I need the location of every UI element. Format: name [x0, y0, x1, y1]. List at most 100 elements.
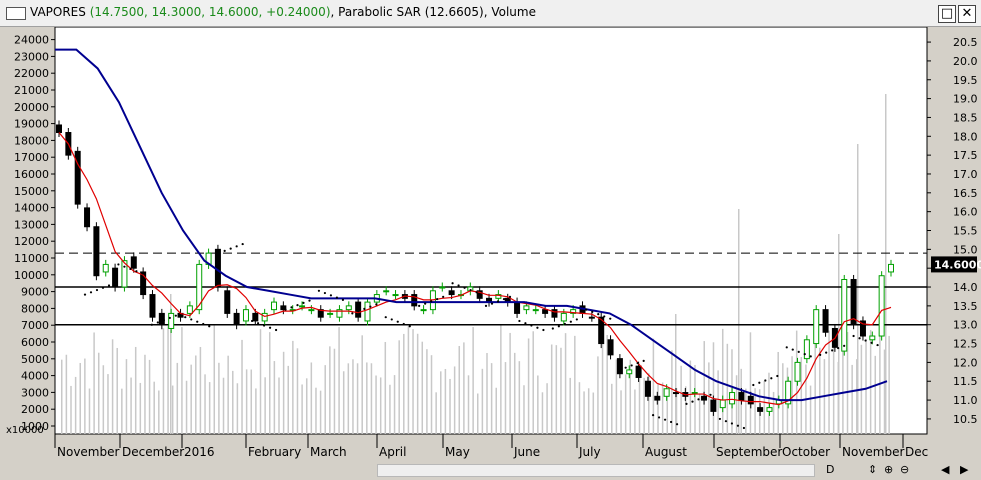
volume-bar	[444, 368, 447, 434]
window-titlebar: VAPORES (14.7500, 14.3000, 14.6000, +0.2…	[0, 0, 981, 27]
volume-bar	[167, 326, 169, 434]
parabolic-sar-dot	[235, 245, 238, 248]
scale-toggle-icon[interactable]: ⇕	[868, 463, 877, 476]
volume-bar	[222, 377, 225, 434]
volume-bar	[689, 360, 692, 434]
volume-bar	[319, 390, 322, 434]
volume-bar	[93, 332, 95, 434]
parabolic-sar-dot	[95, 288, 99, 292]
price-tick-label: 15.5	[953, 225, 978, 238]
volume-bar	[97, 352, 100, 434]
volume-bar	[527, 338, 530, 434]
parabolic-sar-dot	[369, 305, 372, 308]
parabolic-sar-dot	[208, 325, 211, 328]
volume-bar	[486, 352, 488, 434]
price-tick-label: 17.0	[953, 168, 978, 181]
volume-tick-label: 2000	[21, 403, 49, 416]
parabolic-sar-dot	[785, 346, 788, 349]
parabolic-sar-dot	[335, 296, 339, 299]
parabolic-sar-dot	[852, 334, 855, 338]
volume-tick-label: 8000	[21, 302, 49, 315]
volume-bar	[389, 384, 391, 434]
parabolic-sar-dot	[585, 308, 588, 311]
volume-bar	[148, 359, 151, 434]
volume-bar	[546, 383, 548, 434]
volume-bar	[176, 362, 179, 434]
volume-bar	[125, 359, 128, 434]
parabolic-sar-dot	[563, 322, 566, 326]
candle-body	[448, 290, 455, 296]
candle-body	[644, 380, 651, 397]
candle-body	[841, 278, 848, 352]
volume-bar	[393, 375, 396, 434]
volume-bar	[269, 332, 271, 434]
parabolic-sar-dot	[651, 414, 655, 417]
price-tick-label: 14.0	[953, 281, 978, 294]
candle-body	[102, 263, 109, 273]
volume-bar	[703, 341, 705, 434]
x-axis-label: September	[716, 445, 782, 459]
volume-bar	[509, 332, 511, 434]
zoom-day-button[interactable]: D	[826, 463, 834, 476]
parabolic-sar-dot	[742, 426, 746, 430]
scrollbar-thumb[interactable]	[377, 464, 815, 477]
volume-bar	[181, 327, 183, 434]
parabolic-sar-dot	[758, 381, 761, 384]
parabolic-sar-dot	[329, 294, 333, 297]
volume-bar	[236, 383, 239, 434]
volume-bar	[190, 364, 192, 434]
parabolic-sar-dot	[442, 295, 445, 298]
volume-bar	[440, 371, 442, 434]
volume-bar	[384, 341, 387, 434]
volume-tick-label: 22000	[14, 67, 49, 80]
candle-body	[56, 124, 62, 134]
volume-bar	[171, 385, 174, 434]
volume-bar	[865, 338, 867, 434]
parabolic-sar-dot	[864, 339, 867, 342]
zoom-out-icon[interactable]: ⊖	[900, 463, 909, 476]
x-axis-label: October	[782, 445, 830, 459]
last-price-label: 14.6000	[934, 258, 981, 271]
price-tick-label: 16.5	[953, 187, 978, 200]
volume-bar	[777, 351, 779, 434]
zoom-in-icon[interactable]: ⊕	[884, 463, 893, 476]
volume-bar	[199, 346, 202, 434]
parabolic-sar-dot	[776, 374, 779, 378]
parabolic-sar-dot	[196, 320, 199, 323]
volume-tick-label: 5000	[21, 353, 49, 366]
volume-bar	[569, 377, 571, 434]
parabolic-sar-dot	[384, 316, 387, 319]
parabolic-sar-dot	[518, 319, 521, 323]
volume-bar	[111, 339, 114, 434]
chart-scrollbar[interactable]: D ⇕ ⊕ ⊖ ◀ ▶	[0, 461, 981, 480]
maximize-button[interactable]: □	[938, 5, 956, 23]
parabolic-sar-dot	[202, 322, 205, 326]
volume-bar	[675, 314, 677, 434]
volume-bar	[624, 374, 627, 434]
parabolic-sar-dot	[223, 249, 226, 252]
price-chart[interactable]: 1000200030004000500060007000800090001000…	[0, 27, 981, 461]
parabolic-sar-dot	[691, 400, 694, 403]
volume-bar	[218, 362, 220, 434]
parabolic-sar-dot	[657, 416, 661, 419]
volume-bar	[620, 390, 622, 434]
parabolic-sar-dot	[323, 291, 327, 295]
scroll-right-icon[interactable]: ▶	[960, 463, 968, 476]
parabolic-sar-dot	[496, 300, 500, 303]
price-tick-label: 11.5	[953, 375, 978, 388]
x-axis-label: December	[122, 445, 184, 459]
parabolic-sar-dot	[490, 302, 494, 305]
volume-bar	[305, 378, 308, 434]
candle-body	[626, 369, 633, 375]
volume-tick-label: 6000	[21, 336, 49, 349]
scroll-left-icon[interactable]: ◀	[941, 463, 949, 476]
parabolic-sar-dot	[837, 346, 840, 350]
volume-bar	[84, 358, 86, 434]
parabolic-sar-dot	[107, 284, 111, 287]
candle-body	[252, 312, 259, 322]
parabolic-sar-dot	[436, 297, 439, 301]
chart-title: VAPORES (14.7500, 14.3000, 14.6000, +0.2…	[30, 5, 536, 19]
volume-bar	[809, 385, 812, 434]
volume-bar	[61, 359, 63, 434]
close-button[interactable]: ✕	[958, 5, 976, 23]
